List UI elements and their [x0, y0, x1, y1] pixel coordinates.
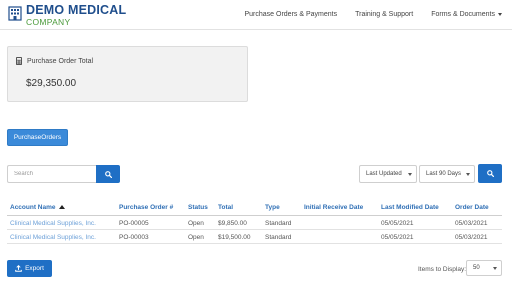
type-cell: Standard: [265, 234, 292, 241]
account-name-link[interactable]: Clinical Medical Supplies, Inc.: [10, 220, 96, 227]
chevron-down-icon: [498, 12, 502, 16]
column-header-initial-receive-date[interactable]: Initial Receive Date: [304, 204, 363, 211]
sort-select-value: Last Updated: [366, 171, 402, 177]
last-modified-date-cell: 05/05/2021: [381, 220, 414, 227]
order-date-cell: 05/03/2021: [455, 220, 488, 227]
column-header-account-name-label: Account Name: [10, 204, 56, 211]
nav-forms-documents[interactable]: Forms & Documents: [431, 11, 502, 18]
summary-value: $29,350.00: [26, 78, 77, 89]
date-range-select[interactable]: Last 90 Days: [419, 165, 475, 183]
column-header-purchase-order[interactable]: Purchase Order #: [119, 204, 173, 211]
account-name-link[interactable]: Clinical Medical Supplies, Inc.: [10, 234, 96, 241]
search-icon: [486, 170, 494, 177]
status-cell: Open: [188, 220, 204, 227]
purchase-order-total-card: Purchase Order Total $29,350.00: [7, 46, 248, 102]
export-label: Export: [25, 265, 44, 272]
table-row: Clinical Medical Supplies, Inc. PO-00003…: [7, 230, 502, 244]
column-header-total[interactable]: Total: [218, 204, 233, 211]
table-row: Clinical Medical Supplies, Inc. PO-00005…: [7, 216, 502, 230]
sort-select[interactable]: Last Updated: [359, 165, 417, 183]
column-header-account-name[interactable]: Account Name: [10, 204, 65, 211]
last-modified-date-cell: 05/05/2021: [381, 234, 414, 241]
purchase-orders-table: Account Name Purchase Order # Status Tot…: [7, 201, 502, 244]
chevron-down-icon: [466, 173, 470, 176]
column-header-last-modified-date[interactable]: Last Modified Date: [381, 204, 439, 211]
items-per-page-select[interactable]: 50: [466, 260, 502, 276]
purchase-order-number: PO-00005: [119, 220, 149, 227]
purchase-order-number: PO-00003: [119, 234, 149, 241]
nav-training-support[interactable]: Training & Support: [355, 11, 413, 18]
items-per-page-value: 50: [473, 265, 480, 271]
company-logo[interactable]: DEMO MEDICAL COMPANY: [8, 4, 126, 26]
chevron-down-icon: [408, 173, 412, 176]
status-cell: Open: [188, 234, 204, 241]
filter-search-button[interactable]: [478, 164, 502, 183]
column-header-status[interactable]: Status: [188, 204, 208, 211]
total-cell: $9,850.00: [218, 220, 247, 227]
chevron-down-icon: [493, 267, 497, 270]
nav-forms-documents-label: Forms & Documents: [431, 11, 495, 18]
column-header-type[interactable]: Type: [265, 204, 280, 211]
summary-label: Purchase Order Total: [27, 57, 94, 65]
brand-title: DEMO MEDICAL: [26, 3, 127, 17]
main-nav: Purchase Orders & Payments Training & Su…: [245, 11, 502, 18]
sort-ascending-icon: [58, 205, 65, 209]
building-icon: [8, 6, 22, 21]
items-to-display-label: Items to Display:: [418, 266, 467, 273]
export-button[interactable]: Export: [7, 260, 52, 277]
search-icon: [104, 170, 112, 178]
calculator-icon: [16, 57, 22, 65]
top-header: DEMO MEDICAL COMPANY Purchase Orders & P…: [0, 0, 512, 30]
date-range-select-value: Last 90 Days: [426, 171, 462, 177]
search-input[interactable]: [7, 165, 96, 183]
nav-purchase-orders-payments[interactable]: Purchase Orders & Payments: [245, 11, 338, 18]
total-cell: $19,500.00: [218, 234, 251, 241]
upload-icon: [15, 265, 22, 272]
search-button[interactable]: [96, 165, 120, 183]
order-date-cell: 05/03/2021: [455, 234, 488, 241]
table-header-row: Account Name Purchase Order # Status Tot…: [7, 201, 502, 216]
brand-subtitle: COMPANY: [26, 16, 71, 27]
type-cell: Standard: [265, 220, 292, 227]
purchase-orders-button[interactable]: PurchaseOrders: [7, 129, 68, 146]
column-header-order-date[interactable]: Order Date: [455, 204, 489, 211]
